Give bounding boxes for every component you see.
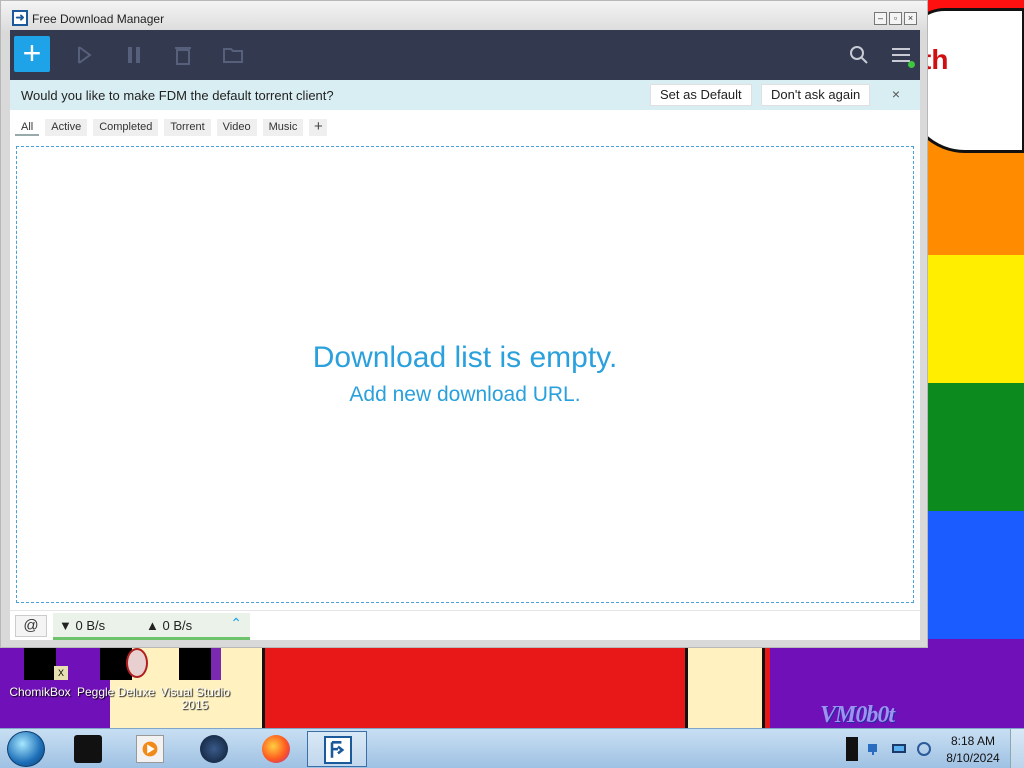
show-desktop-button[interactable] — [1010, 729, 1024, 768]
tab-completed[interactable]: Completed — [93, 119, 159, 136]
chomikbox-icon: X — [24, 648, 68, 680]
taskbar: 8:18 AM 8/10/2024 — [0, 728, 1024, 768]
empty-list-title: Download list is empty. — [312, 341, 618, 374]
add-download-button[interactable]: + — [14, 36, 50, 72]
main-toolbar: + — [10, 30, 920, 80]
taskbar-app-firefox[interactable] — [246, 731, 306, 767]
desktop-icon-peggle[interactable]: Peggle Deluxe — [76, 648, 156, 699]
network-icon[interactable] — [866, 741, 882, 757]
close-button[interactable]: × — [904, 12, 917, 25]
window-titlebar[interactable]: ➜ Free Download Manager – ▫ × — [1, 1, 927, 31]
taskbar-app-media-player[interactable] — [120, 731, 180, 767]
banner-close-icon[interactable]: × — [892, 86, 900, 102]
fdm-window: ➜ Free Download Manager – ▫ × + Would yo… — [0, 0, 928, 648]
window-title: Free Download Manager — [32, 12, 165, 26]
menu-icon[interactable] — [890, 44, 915, 68]
taskbar-clock[interactable]: 8:18 AM 8/10/2024 — [938, 733, 1008, 767]
dont-ask-again-button[interactable]: Don't ask again — [761, 84, 871, 106]
delete-icon[interactable] — [172, 44, 194, 66]
chomikbox-icon — [74, 735, 102, 763]
tab-torrent[interactable]: Torrent — [164, 119, 211, 136]
desktop-icon-chomikbox[interactable]: X ChomikBox — [0, 648, 80, 699]
wallpaper-cream-shape-right — [685, 645, 765, 728]
restore-button[interactable]: ▫ — [889, 12, 902, 25]
add-tab-button[interactable]: + — [309, 119, 328, 136]
search-icon[interactable] — [848, 44, 870, 66]
wallpaper-watermark: VM0b0t — [820, 702, 895, 728]
chevron-up-icon[interactable]: ⌃ — [230, 615, 242, 632]
open-folder-icon[interactable] — [222, 44, 244, 66]
tray-overflow-icon[interactable] — [846, 737, 858, 761]
desktop-icon-label: Peggle Deluxe — [76, 685, 156, 699]
pause-icon[interactable] — [124, 44, 146, 66]
volume-icon[interactable] — [916, 741, 932, 757]
display-icon[interactable] — [891, 741, 907, 757]
media-player-icon — [136, 735, 164, 763]
start-button[interactable] — [7, 731, 45, 767]
banner-message: Would you like to make FDM the default t… — [21, 88, 334, 103]
status-bar: @ ▼ 0 B/s ▲ 0 B/s ⌃ — [10, 610, 920, 640]
firefox-icon — [262, 735, 290, 763]
fdm-taskbar-icon — [324, 736, 352, 764]
filter-tabs: All Active Completed Torrent Video Music… — [15, 119, 328, 136]
desktop-icon-visual-studio[interactable]: Visual Studio 2015 — [155, 648, 235, 712]
minimize-button[interactable]: – — [874, 12, 887, 25]
clock-time: 8:18 AM — [950, 734, 996, 748]
fdm-app-icon: ➜ — [12, 10, 28, 26]
tab-video[interactable]: Video — [216, 119, 257, 136]
download-list-panel: All Active Completed Torrent Video Music… — [10, 110, 920, 610]
download-speed: ▼ 0 B/s — [59, 618, 106, 633]
window-controls: – ▫ × — [874, 12, 917, 25]
peggle-icon — [100, 648, 148, 680]
upload-speed: ▲ 0 B/s — [146, 618, 193, 633]
default-client-banner: Would you like to make FDM the default t… — [10, 80, 920, 110]
visual-studio-icon — [179, 648, 221, 680]
taskbar-app-steam[interactable] — [184, 731, 244, 767]
notification-dot — [908, 61, 915, 68]
start-icon[interactable] — [74, 44, 96, 66]
tab-active[interactable]: Active — [45, 119, 88, 136]
clock-date: 8/10/2024 — [946, 751, 1000, 765]
tab-all[interactable]: All — [15, 119, 40, 136]
desktop-icon-label: ChomikBox — [9, 685, 71, 699]
tab-music[interactable]: Music — [262, 119, 304, 136]
taskbar-app-chomikbox[interactable] — [58, 731, 118, 767]
snail-mode-icon[interactable]: @ — [15, 615, 47, 637]
add-new-url-link[interactable]: Add new download URL. — [17, 383, 913, 407]
speed-panel[interactable]: ▼ 0 B/s ▲ 0 B/s ⌃ — [53, 613, 250, 640]
steam-icon — [200, 735, 228, 763]
desktop-icon-label: Visual Studio 2015 — [160, 685, 230, 712]
download-drop-area[interactable]: Download list is empty. Add new download… — [16, 146, 914, 603]
set-as-default-button[interactable]: Set as Default — [650, 84, 752, 106]
taskbar-app-fdm[interactable] — [307, 731, 367, 767]
